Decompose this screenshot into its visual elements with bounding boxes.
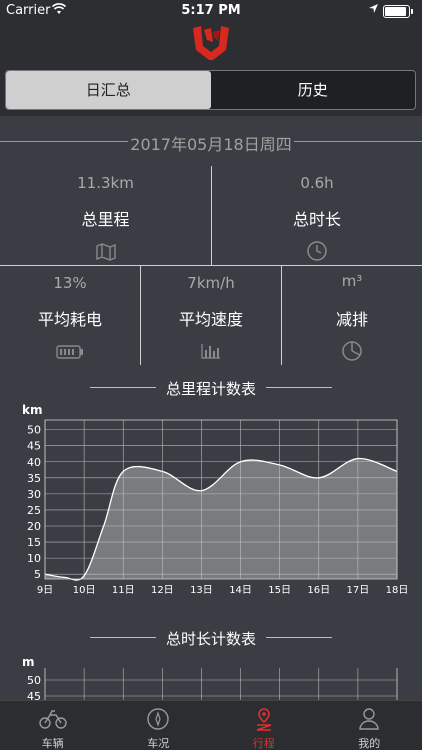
stat-label: 平均耗电: [37, 310, 102, 329]
date-header: 2017年05月18日周四: [0, 128, 422, 154]
status-time: 5:17 PM: [181, 3, 241, 18]
period-segmented-control[interactable]: 日汇总 历史: [5, 70, 416, 110]
x-tick-label: 15日: [268, 585, 291, 596]
y-tick-label: 15: [27, 536, 41, 549]
status-bar: Carrier 5:17 PM: [0, 0, 422, 22]
x-tick-label: 16日: [307, 585, 330, 596]
stat-avg-battery: 13% 平均耗电: [0, 270, 140, 365]
map-icon: [95, 242, 117, 266]
mileage-chart-title: 总里程计数表: [165, 380, 256, 398]
section-rule-right: [266, 637, 332, 638]
stat-label: 平均速度: [178, 310, 243, 329]
location-arrow-icon: [368, 3, 379, 17]
tab-bar: 车辆 车况 行程 我的: [0, 700, 422, 750]
tab-condition[interactable]: 车况: [106, 701, 212, 750]
tab-label: 我的: [358, 737, 381, 750]
stat-label: 减排: [335, 310, 368, 329]
stat-label: 总时长: [292, 210, 341, 229]
compass-icon: [146, 707, 170, 735]
stat-emission-reduction: m³ 减排: [282, 270, 422, 365]
divider: [0, 265, 422, 266]
y-tick-label: 30: [27, 488, 41, 501]
mileage-chart: 5 10 15 20 25 30 35 40 45 50 9日 10日 11日 12日 13日 14日 15日 1…: [27, 419, 409, 596]
tab-label: 行程: [252, 737, 275, 750]
x-tick-label: 14日: [229, 585, 252, 596]
motorcycle-icon: [39, 707, 67, 735]
battery-tip: [411, 9, 413, 14]
tab-profile[interactable]: 我的: [317, 701, 422, 750]
stat-label: 总里程: [81, 210, 130, 229]
brand-logo: [193, 26, 229, 60]
y-tick-label: 40: [27, 456, 41, 469]
stat-total-duration: 0.6h 总时长: [212, 170, 422, 265]
tab-label: 车辆: [41, 737, 64, 750]
y-tick-label: 50: [27, 674, 41, 687]
clock-icon: [306, 240, 328, 266]
pie-chart-icon: [341, 340, 363, 366]
x-tick-label: 13日: [190, 585, 213, 596]
tab-label: 车况: [147, 737, 170, 750]
duration-chart: 5045: [27, 668, 398, 704]
x-tick-label: 9日: [37, 585, 53, 596]
battery-icon: [56, 344, 84, 363]
stat-value: m³: [341, 272, 363, 290]
route-icon: [252, 707, 276, 737]
y-tick-label: 20: [27, 520, 41, 533]
header: Carrier 5:17 PM 日汇总 历史: [0, 0, 422, 116]
y-tick-label: 35: [27, 472, 41, 485]
bar-chart-icon: [200, 342, 222, 364]
y-tick-label: 10: [27, 552, 41, 565]
stat-value: 11.3km: [77, 174, 134, 192]
y-tick-label: 45: [27, 440, 41, 453]
date-rule-right: [294, 141, 422, 142]
stat-total-distance: 11.3km 总里程: [0, 170, 211, 265]
tab-vehicle[interactable]: 车辆: [0, 701, 106, 750]
stat-avg-speed: 7km/h 平均速度: [141, 270, 281, 365]
stat-value: 13%: [53, 274, 87, 292]
x-tick-label: 12日: [151, 585, 174, 596]
tab-history[interactable]: 历史: [211, 71, 416, 109]
date-label: 2017年05月18日周四: [130, 135, 292, 154]
y-tick-label: 5: [34, 568, 41, 581]
x-tick-label: 10日: [73, 585, 96, 596]
x-tick-label: 11日: [112, 585, 135, 596]
section-rule-right: [266, 387, 332, 388]
x-tick-label: 18日: [386, 585, 409, 596]
tab-daily-summary[interactable]: 日汇总: [6, 71, 211, 109]
person-icon: [358, 707, 380, 735]
y-tick-label: 25: [27, 504, 41, 517]
battery-status-icon: [383, 5, 410, 18]
stat-value: 7km/h: [187, 274, 235, 292]
y-tick-label: 50: [27, 424, 41, 437]
tab-trip[interactable]: 行程: [211, 701, 317, 750]
duration-chart-title: 总时长计数表: [165, 630, 256, 648]
x-tick-label: 17日: [347, 585, 370, 596]
stat-value: 0.6h: [300, 174, 334, 192]
